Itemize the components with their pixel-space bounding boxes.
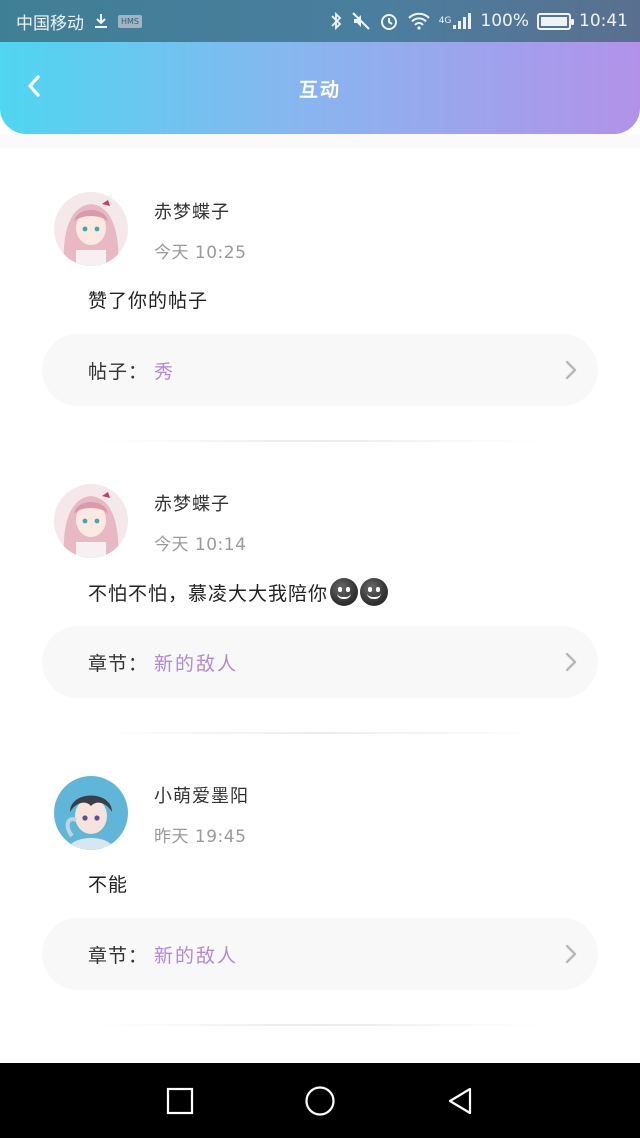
timestamp: 昨天 19:45 bbox=[154, 827, 247, 847]
header-shadow-band bbox=[0, 134, 640, 148]
recent-apps-icon bbox=[166, 1087, 194, 1114]
clock: 10:41 bbox=[579, 11, 628, 31]
chapter-link[interactable]: 章节： 新的敌人 bbox=[42, 626, 598, 698]
avatar[interactable] bbox=[54, 484, 128, 558]
link-value: 新的敌人 bbox=[154, 652, 239, 675]
username[interactable]: 赤梦蝶子 bbox=[154, 198, 230, 224]
system-back-button[interactable] bbox=[440, 1081, 480, 1121]
chevron-right-icon bbox=[565, 944, 577, 964]
chapter-link[interactable]: 章节： 新的敌人 bbox=[42, 918, 598, 990]
username[interactable]: 赤梦蝶子 bbox=[154, 490, 230, 516]
alarm-icon bbox=[379, 11, 399, 31]
system-nav-bar bbox=[0, 1063, 640, 1138]
status-right: 4G 100% 10:41 bbox=[329, 11, 628, 31]
back-button[interactable] bbox=[18, 70, 50, 102]
link-value: 新的敌人 bbox=[154, 944, 239, 967]
recent-apps-button[interactable] bbox=[160, 1081, 200, 1121]
battery-percent: 100% bbox=[480, 11, 529, 31]
network-type: 4G bbox=[438, 16, 452, 26]
status-bar: 中国移动 HMS 4G 100% 10:41 bbox=[0, 0, 640, 42]
card-divider bbox=[100, 1024, 540, 1026]
link-label: 帖子： bbox=[88, 360, 149, 383]
app-header: 互动 bbox=[0, 42, 640, 134]
chevron-right-icon bbox=[565, 652, 577, 672]
signal-icon: 4G bbox=[439, 12, 473, 30]
mute-icon bbox=[351, 11, 371, 31]
back-icon bbox=[448, 1087, 472, 1114]
grin-emoji-icon bbox=[330, 578, 359, 606]
link-label: 章节： bbox=[88, 652, 149, 675]
message-text: 不怕不怕，慕凌大大我陪你 bbox=[88, 578, 389, 606]
link-label: 章节： bbox=[88, 944, 149, 967]
interaction-card: 小萌爱墨阳 昨天 19:45 不能 章节： 新的敌人 bbox=[0, 734, 640, 1026]
timestamp: 今天 10:14 bbox=[154, 535, 247, 555]
avatar[interactable] bbox=[54, 776, 128, 850]
message-body: 不怕不怕，慕凌大大我陪你 bbox=[88, 582, 329, 605]
wifi-icon bbox=[407, 12, 431, 30]
interaction-feed: 赤梦蝶子 今天 10:25 赞了你的帖子 帖子： 秀 赤梦蝶子 今天 10:14 bbox=[0, 150, 640, 1026]
message-body: 不能 bbox=[88, 874, 129, 896]
grin-emoji-icon bbox=[360, 578, 389, 606]
link-value: 秀 bbox=[154, 360, 176, 383]
home-button[interactable] bbox=[300, 1081, 340, 1121]
page-title: 互动 bbox=[298, 78, 341, 101]
download-icon bbox=[92, 12, 110, 30]
username[interactable]: 小萌爱墨阳 bbox=[154, 782, 249, 808]
post-link[interactable]: 帖子： 秀 bbox=[42, 334, 598, 406]
hms-badge: HMS bbox=[118, 14, 142, 28]
status-left: 中国移动 HMS bbox=[16, 9, 142, 34]
message-text: 赞了你的帖子 bbox=[88, 286, 208, 313]
bluetooth-icon bbox=[329, 11, 343, 31]
interaction-card: 赤梦蝶子 今天 10:25 赞了你的帖子 帖子： 秀 bbox=[0, 150, 640, 442]
battery-icon bbox=[537, 12, 574, 30]
carrier-name: 中国移动 bbox=[16, 13, 84, 34]
chevron-right-icon bbox=[565, 360, 577, 380]
message-body: 赞了你的帖子 bbox=[88, 290, 209, 312]
timestamp: 今天 10:25 bbox=[154, 243, 247, 263]
message-text: 不能 bbox=[88, 870, 128, 897]
home-icon bbox=[305, 1085, 335, 1116]
interaction-card: 赤梦蝶子 今天 10:14 不怕不怕，慕凌大大我陪你 章节： 新的敌人 bbox=[0, 442, 640, 734]
chevron-left-icon bbox=[28, 75, 40, 97]
avatar[interactable] bbox=[54, 192, 128, 266]
